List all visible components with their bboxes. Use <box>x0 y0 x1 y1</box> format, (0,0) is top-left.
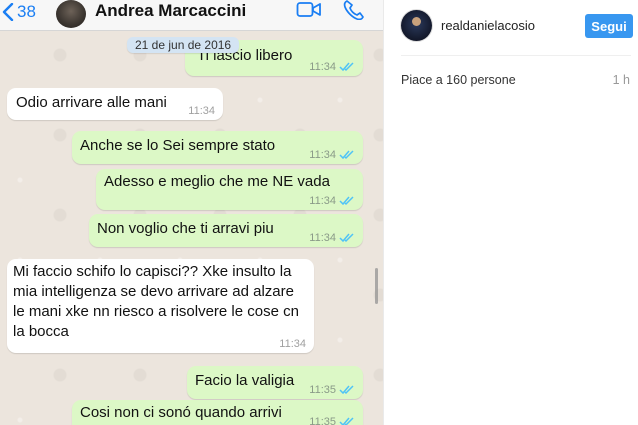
double-check-icon <box>339 196 355 206</box>
video-call-button[interactable] <box>296 0 322 20</box>
double-check-icon <box>339 62 355 72</box>
message-meta: 11:34 <box>309 195 355 207</box>
message-bubble-outgoing[interactable]: Facio la valigia 11:35 <box>187 366 363 399</box>
double-check-icon <box>339 385 355 395</box>
instagram-post-sidebar: realdanielacosio Segui Piace a 160 perso… <box>383 0 638 425</box>
message-time: 11:34 <box>309 61 336 73</box>
message-bubble-outgoing[interactable]: Non voglio che ti arravi piu 11:34 <box>89 214 363 247</box>
divider <box>401 55 631 56</box>
contact-avatar[interactable] <box>56 0 86 28</box>
message-meta: 11:34 <box>309 61 355 73</box>
double-check-icon <box>339 150 355 160</box>
phone-icon <box>343 0 364 20</box>
message-bubble-outgoing[interactable]: Adesso e meglio che me NE vada 11:34 <box>96 169 363 210</box>
message-bubble-incoming[interactable]: Odio arrivare alle mani 11:34 <box>7 88 223 120</box>
phone-call-button[interactable] <box>343 0 365 20</box>
message-time: 11:34 <box>309 232 336 244</box>
message-meta: 11:34 <box>309 149 355 161</box>
message-meta: 11:34 <box>188 105 215 117</box>
message-bubble-outgoing[interactable]: Anche se lo Sei sempre stato 11:34 <box>72 131 363 164</box>
message-bubble-incoming[interactable]: Mi faccio schifo lo capisci?? Xke insult… <box>7 259 314 353</box>
message-time: 11:35 <box>309 416 336 425</box>
chevron-left-icon <box>2 3 14 21</box>
message-time: 11:35 <box>309 384 336 396</box>
double-check-icon <box>339 233 355 243</box>
message-time: 11:34 <box>188 105 215 117</box>
back-button[interactable]: 38 <box>2 2 36 22</box>
message-bubble-outgoing[interactable]: Cosi non ci sonó quando arrivi 11:35 <box>72 400 363 425</box>
message-time: 11:34 <box>309 149 336 161</box>
follow-button[interactable]: Segui <box>585 14 633 38</box>
profile-avatar[interactable] <box>401 10 432 41</box>
message-meta: 11:35 <box>309 416 355 425</box>
scrollbar[interactable] <box>375 268 378 304</box>
double-check-icon <box>339 417 355 425</box>
contact-name[interactable]: Andrea Marcaccini <box>95 1 246 21</box>
whatsapp-chat-screenshot: 38 Andrea Marcaccini 21 de jun de 2016 T… <box>0 0 383 425</box>
message-time: 11:34 <box>279 338 306 350</box>
likes-count[interactable]: Piace a 160 persone <box>401 73 516 87</box>
username-link[interactable]: realdanielacosio <box>441 18 535 33</box>
message-text: Mi faccio schifo lo capisci?? Xke insult… <box>13 263 299 340</box>
post-timestamp: 1 h <box>612 73 630 87</box>
message-meta: 11:34 <box>309 232 355 244</box>
message-time: 11:34 <box>309 195 336 207</box>
message-meta: 11:34 <box>279 338 306 350</box>
unread-count: 38 <box>17 2 36 21</box>
message-text: Adesso e meglio che me NE vada <box>104 173 330 190</box>
message-text: Odio arrivare alle mani <box>16 94 167 111</box>
date-separator: 21 de jun de 2016 <box>127 37 240 53</box>
chat-header: 38 Andrea Marcaccini <box>0 0 383 31</box>
message-meta: 11:35 <box>309 384 355 396</box>
video-call-icon <box>296 2 321 17</box>
